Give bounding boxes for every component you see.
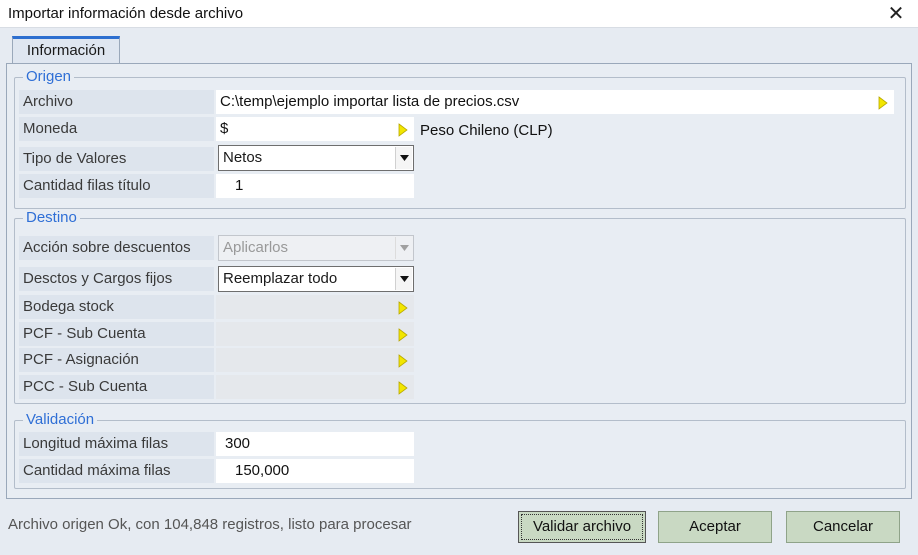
desctos-cargos-value: Reemplazar todo bbox=[223, 270, 338, 287]
moneda-name: Peso Chileno (CLP) bbox=[420, 122, 553, 139]
tipo-valores-value: Netos bbox=[223, 149, 263, 166]
aceptar-button[interactable]: Aceptar bbox=[658, 511, 772, 543]
lookup-arrow-icon[interactable] bbox=[398, 123, 410, 137]
title-bar: Importar información desde archivo ✕ bbox=[0, 0, 918, 28]
window-title: Importar información desde archivo bbox=[8, 5, 244, 22]
validar-archivo-button[interactable]: Validar archivo bbox=[518, 511, 646, 543]
moneda-field[interactable]: $ bbox=[216, 117, 414, 141]
bodega-stock-label: Bodega stock bbox=[19, 295, 214, 319]
chevron-down-icon[interactable] bbox=[395, 268, 412, 290]
cantidad-maxima-label: Cantidad máxima filas bbox=[19, 459, 214, 483]
accion-descuentos-label: Acción sobre descuentos bbox=[19, 236, 214, 260]
tipo-valores-select[interactable]: Netos bbox=[218, 145, 414, 171]
pcf-sub-cuenta-label: PCF - Sub Cuenta bbox=[19, 322, 214, 346]
accion-descuentos-value: Aplicarlos bbox=[223, 239, 289, 256]
origen-legend: Origen bbox=[26, 68, 72, 85]
lookup-arrow-icon[interactable] bbox=[398, 328, 410, 342]
cantidad-maxima-field[interactable]: 150,000 bbox=[216, 459, 414, 483]
longitud-maxima-label: Longitud máxima filas bbox=[19, 432, 214, 456]
cantidad-filas-titulo-label: Cantidad filas título bbox=[19, 174, 214, 198]
bodega-stock-field[interactable] bbox=[216, 295, 414, 319]
cantidad-filas-titulo-field[interactable]: 1 bbox=[216, 174, 414, 198]
validacion-legend: Validación bbox=[26, 411, 95, 428]
lookup-arrow-icon[interactable] bbox=[878, 96, 890, 110]
status-text: Archivo origen Ok, con 104,848 registros… bbox=[8, 516, 412, 533]
longitud-maxima-field[interactable]: 300 bbox=[216, 432, 414, 456]
destino-legend: Destino bbox=[26, 209, 77, 226]
pcf-sub-cuenta-field[interactable] bbox=[216, 322, 414, 346]
close-icon[interactable]: ✕ bbox=[884, 1, 908, 25]
lookup-arrow-icon[interactable] bbox=[398, 354, 410, 368]
chevron-down-icon[interactable] bbox=[395, 147, 412, 169]
lookup-arrow-icon[interactable] bbox=[398, 301, 410, 315]
pcf-asignacion-field[interactable] bbox=[216, 348, 414, 372]
desctos-cargos-label: Desctos y Cargos fijos bbox=[19, 267, 214, 291]
tipo-valores-label: Tipo de Valores bbox=[19, 147, 214, 171]
pcf-asignacion-label: PCF - Asignación bbox=[19, 348, 214, 372]
archivo-field[interactable]: C:\temp\ejemplo importar lista de precio… bbox=[216, 90, 894, 114]
lookup-arrow-icon[interactable] bbox=[398, 381, 410, 395]
pcc-sub-cuenta-label: PCC - Sub Cuenta bbox=[19, 375, 214, 399]
tab-informacion[interactable]: Información bbox=[12, 36, 120, 64]
moneda-label: Moneda bbox=[19, 117, 214, 141]
accion-descuentos-select[interactable]: Aplicarlos bbox=[218, 235, 414, 261]
desctos-cargos-select[interactable]: Reemplazar todo bbox=[218, 266, 414, 292]
cancelar-button[interactable]: Cancelar bbox=[786, 511, 900, 543]
chevron-down-icon[interactable] bbox=[395, 237, 412, 259]
pcc-sub-cuenta-field[interactable] bbox=[216, 375, 414, 399]
archivo-label: Archivo bbox=[19, 90, 214, 114]
